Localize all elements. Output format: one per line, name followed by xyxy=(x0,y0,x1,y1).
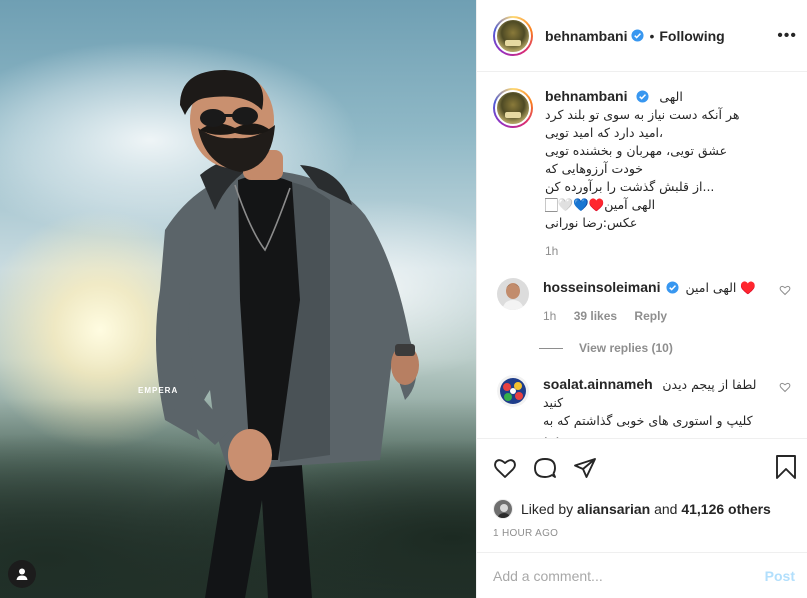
comments-section[interactable]: behnambani الهی هر آنکه دست نیاز به سوی … xyxy=(477,72,807,438)
post-header: behnambani • Following ••• xyxy=(477,0,807,72)
caption-body: behnambani الهی هر آنکه دست نیاز به سوی … xyxy=(545,88,791,258)
comment-text: کلیپ و استوری های خوبی گذاشتم که به درد xyxy=(543,413,753,438)
comment-item: soalat.ainnameh لطفا از پیجم دیدن کنید ک… xyxy=(493,375,791,438)
more-options-icon[interactable]: ••• xyxy=(777,27,797,45)
post-comment-button[interactable]: Post xyxy=(765,568,795,584)
likes-joiner: and xyxy=(654,501,678,517)
post-photo[interactable]: EMPERA xyxy=(0,0,476,598)
photo-watermark: EMPERA xyxy=(138,386,179,395)
likes-prefix: Liked by xyxy=(521,501,574,517)
like-comment-icon[interactable] xyxy=(779,381,791,393)
comment-username[interactable]: hosseinsoleimani xyxy=(543,279,660,295)
comment-icon xyxy=(534,457,556,478)
save-button[interactable] xyxy=(775,455,797,484)
person-icon xyxy=(16,568,28,580)
likes-summary: Liked by aliansarian and 41,126 others xyxy=(477,496,807,522)
commenter-avatar[interactable] xyxy=(497,278,529,310)
verified-badge-icon xyxy=(631,29,645,42)
comment-input[interactable]: Add a comment... xyxy=(493,568,765,584)
verified-badge-icon xyxy=(636,90,649,103)
tagged-users-button[interactable] xyxy=(8,560,36,588)
comment-meta: 1h 39 likes Reply xyxy=(543,309,767,323)
caption-line: عکس:رضا نورانی xyxy=(545,215,638,230)
separator-dot: • xyxy=(649,27,655,44)
view-replies-label: View replies (10) xyxy=(579,341,673,355)
comment-button[interactable] xyxy=(533,456,557,480)
caption-timestamp[interactable]: 1h xyxy=(545,244,791,258)
instagram-post-modal: EMPERA behnambani • Following ••• behnam… xyxy=(0,0,807,598)
bookmark-icon xyxy=(776,455,796,479)
comment-username[interactable]: soalat.ainnameh xyxy=(543,376,653,392)
caption-line: امید دارد که امید تویی، xyxy=(545,125,664,140)
send-icon xyxy=(574,457,596,478)
like-button[interactable] xyxy=(493,456,517,480)
caption-line: هر آنکه دست نیاز به سوی تو بلند کرد xyxy=(545,107,740,122)
comment-body: hosseinsoleimani الهی امین ♥️ 1h 39 like… xyxy=(543,278,791,323)
view-replies-button[interactable]: View replies (10) xyxy=(539,341,791,355)
post-side-panel: behnambani • Following ••• behnambani ال… xyxy=(476,0,807,598)
caption: behnambani الهی هر آنکه دست نیاز به سوی … xyxy=(493,88,791,258)
post-timestamp[interactable]: 1 HOUR AGO xyxy=(477,522,807,552)
comment-item: hosseinsoleimani الهی امین ♥️ 1h 39 like… xyxy=(493,278,791,323)
likes-others-link[interactable]: 41,126 others xyxy=(681,501,771,517)
following-button[interactable]: Following xyxy=(659,28,724,44)
caption-line: خودت آرزوهایی که xyxy=(545,161,643,176)
replies-divider xyxy=(539,347,563,349)
caption-username[interactable]: behnambani xyxy=(545,88,627,104)
author-username[interactable]: behnambani xyxy=(545,28,627,44)
caption-avatar[interactable] xyxy=(493,88,533,128)
caption-line: الهی xyxy=(659,89,683,104)
liker-avatar[interactable] xyxy=(493,499,513,519)
man-figure xyxy=(156,70,419,598)
comment-time[interactable]: 1h xyxy=(543,309,556,323)
comment-likes[interactable]: 39 likes xyxy=(574,309,617,323)
commenter-avatar[interactable] xyxy=(497,375,529,407)
caption-line: عشق تویی، مهربان و بخشنده تویی xyxy=(545,143,728,158)
comment-text: الهی امین ♥️ xyxy=(685,280,756,295)
add-comment-bar: Add a comment... Post xyxy=(477,552,807,598)
caption-line: 🏻🤍💙♥️الهی آمین xyxy=(545,197,656,212)
caption-line: از قلبش گذشت را برآورده کن... xyxy=(545,179,715,194)
comment-body: soalat.ainnameh لطفا از پیجم دیدن کنید ک… xyxy=(543,375,791,438)
heart-icon xyxy=(494,458,516,478)
share-button[interactable] xyxy=(573,456,597,480)
author-avatar[interactable] xyxy=(493,15,533,56)
verified-badge-icon xyxy=(666,281,680,294)
post-actions xyxy=(477,438,807,496)
reply-button[interactable]: Reply xyxy=(634,309,667,323)
liker-username[interactable]: aliansarian xyxy=(577,501,650,517)
like-comment-icon[interactable] xyxy=(779,284,791,296)
